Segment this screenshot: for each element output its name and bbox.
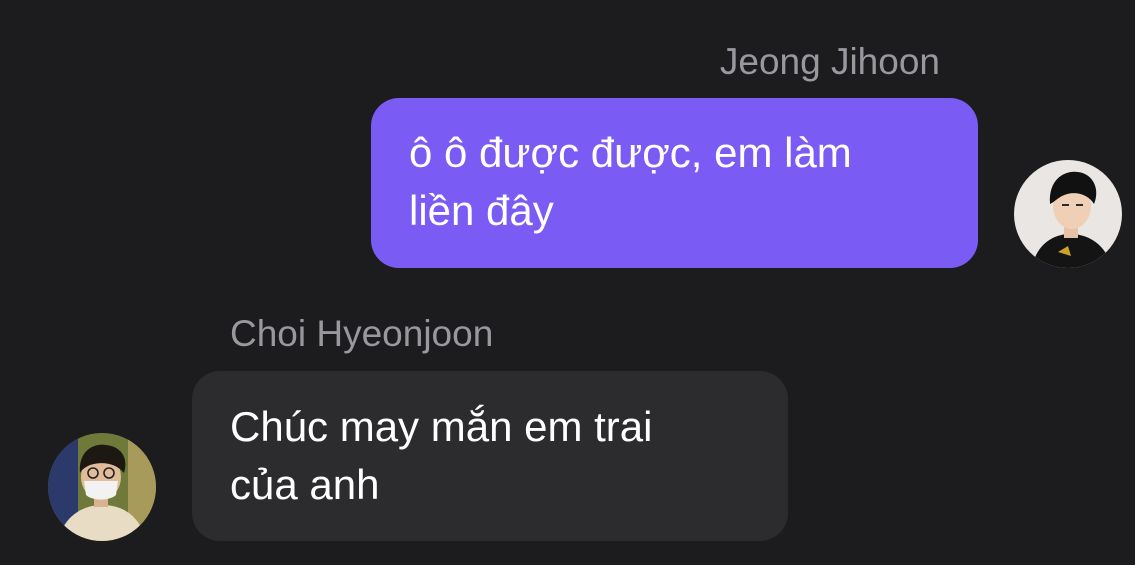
avatar[interactable] xyxy=(1014,160,1122,268)
sender-name: Choi Hyeonjoon xyxy=(230,313,494,354)
message-text-line: của anh xyxy=(230,461,380,508)
message-text-line: ô ô được được, em làm xyxy=(409,129,852,176)
avatar[interactable] xyxy=(48,433,156,541)
avatar-photo-icon xyxy=(48,433,156,541)
message-bubble-incoming[interactable]: Chúc may mắn em trai của anh xyxy=(192,371,788,541)
message-bubble-outgoing[interactable]: ô ô được được, em làm liền đây xyxy=(371,98,978,268)
message-text-line: Chúc may mắn em trai xyxy=(230,403,653,450)
avatar-photo-icon xyxy=(1014,160,1122,268)
message-text-line: liền đây xyxy=(409,187,554,234)
chat-thread: Jeong Jihoon ô ô được được, em làm liền … xyxy=(0,0,1135,565)
sender-name: Jeong Jihoon xyxy=(719,41,940,82)
